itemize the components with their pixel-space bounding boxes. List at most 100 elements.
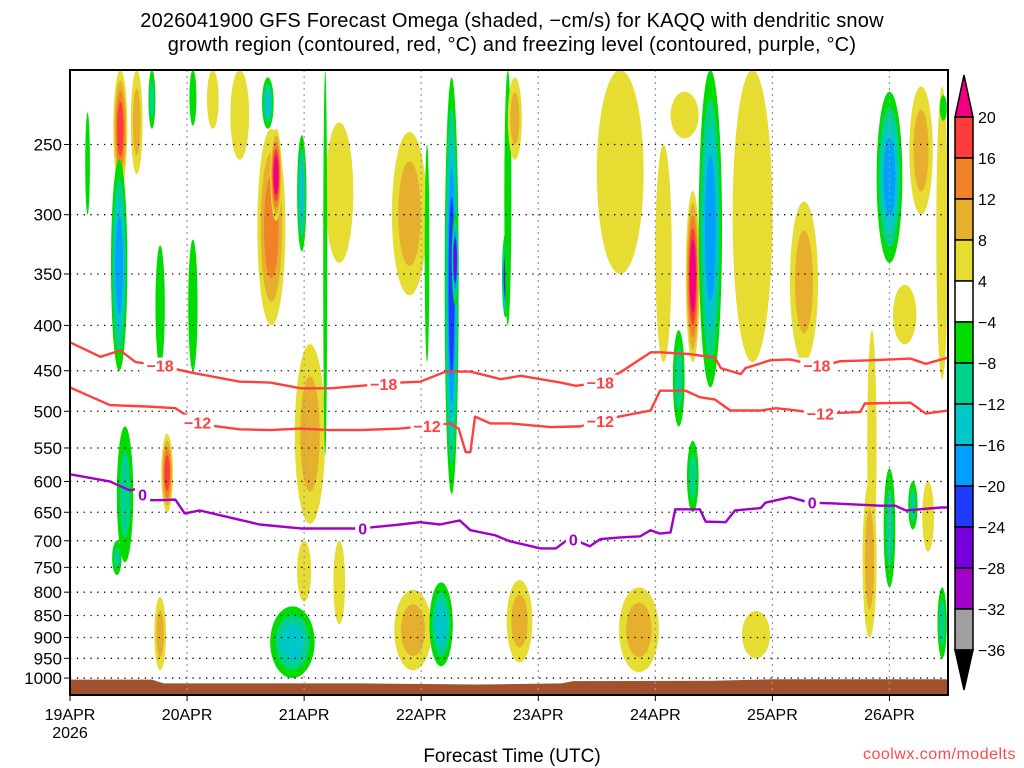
y-tick-label: 400 [34,316,62,335]
y-tick-label: 500 [34,402,62,421]
colorbar-box [954,526,974,569]
omega-feature-7 [206,70,219,129]
colorbar-box [954,116,974,159]
contour-label: −18 [370,377,397,394]
omega-feature-35 [675,347,683,410]
omega-feature-28 [913,109,929,192]
x-tick-label: 25APR [747,707,798,724]
colorbar-box [954,321,974,364]
contour-label: −12 [587,414,614,431]
y-tick-label: 700 [34,532,62,551]
contour-label: 0 [358,521,367,538]
omega-feature-16 [453,241,457,279]
colorbar-box [954,280,974,323]
y-tick-label: 850 [34,607,62,626]
x-tick-label: 24APR [630,707,681,724]
omega-feature-22 [655,144,672,363]
omega-feature-26 [795,230,813,334]
colorbar-label: 4 [978,274,987,291]
omega-feature-3 [115,216,123,314]
x-tick-sublabel: 2026 [52,725,88,742]
omega-feature-41 [280,623,304,661]
y-tick-label: 250 [34,136,62,155]
omega-feature-54 [424,144,430,363]
omega-feature-21 [670,91,699,139]
contour-label: −12 [807,407,834,424]
omega-feature-0 [117,101,124,157]
colorbar-box [954,567,974,610]
omega-feature-43 [435,602,448,647]
x-axis: 19APR2026 20APR 21APR 22APR 23APR 24APR 25APR 2… [45,695,915,742]
y-tick-label: 800 [34,583,62,602]
omega-feature-52 [113,546,120,569]
contour-label: 0 [138,487,147,504]
colorbar-label: −8 [978,356,996,373]
colorbar-box [954,485,974,528]
y-tick-label: 600 [34,472,62,491]
x-tick-label: 19APR [45,707,96,724]
colorbar-box [954,239,974,282]
colorbar-box [954,157,974,200]
omega-feature-8 [230,70,250,160]
y-tick-label: 350 [34,265,62,284]
x-tick-label: 23APR [513,707,564,724]
y-tick-label: 550 [34,439,62,458]
omega-feature-32 [164,454,170,492]
x-tick-label: 21APR [279,707,330,724]
contour-label: −12 [184,416,211,433]
omega-feature-46 [741,610,771,659]
colorbar-box [954,608,974,651]
colorbar-label: 8 [978,233,987,250]
y-tick-label: 750 [34,558,62,577]
omega-feature-39 [909,490,916,521]
omega-feature-20 [596,70,644,275]
omega-feature-4 [155,245,165,367]
omega-cross-section-chart: −18 −18 −18 −18 −12 −12 −12 −12 0 0 0 0 250 300 350 40… [24,69,1005,742]
omega-feature-45 [626,602,652,657]
contour-label: −18 [147,359,174,376]
omega-feature-31 [939,95,947,121]
omega-feature-1 [132,88,141,156]
y-tick-label: 300 [34,206,62,225]
omega-feature-14 [398,161,421,266]
colorbar-label: 16 [978,151,996,168]
y-tick-label: 950 [34,649,62,668]
y-axis: 250 300 350 400 450 500 550 600 650 700 750 800 850 9… [24,136,70,688]
omega-feature-13 [325,122,354,263]
contour-label: −18 [803,359,830,376]
x-tick-label: 20APR [162,707,213,724]
omega-feature-55 [85,112,90,215]
omega-feature-49 [156,610,164,658]
y-tick-label: 1000 [24,669,62,688]
omega-feature-29 [892,284,917,345]
credit-link[interactable]: coolwx.com/modelts [863,746,1016,764]
colorbar-under-triangle [954,649,974,691]
y-tick-label: 900 [34,629,62,648]
colorbar-label: 20 [978,110,996,127]
omega-feature-51 [333,540,346,625]
contours: −18 −18 −18 −18 −12 −12 −12 −12 0 0 0 0 [70,341,948,550]
omega-feature-48 [939,600,946,646]
contour-label: −18 [587,376,614,393]
colorbar-box [954,198,974,241]
omega-feature-53 [323,70,328,455]
colorbar-box [954,362,974,405]
colorbar-label: −24 [978,520,1005,537]
colorbar: 20 16 12 8 4 −4 −8 −12 −16 −20 −24 −28 −32 −36 [954,74,1005,691]
omega-feature-33 [119,450,131,538]
colorbar-over-triangle [954,74,974,118]
omega-feature-30 [936,86,948,380]
contour-label: 0 [808,496,817,513]
colorbar-label: −36 [978,643,1005,660]
colorbar-box [954,444,974,487]
colorbar-label: −4 [978,315,996,332]
colorbar-label: −16 [978,438,1005,455]
colorbar-label: −12 [978,397,1005,414]
contour-label: −12 [413,419,440,436]
y-tick-label: 450 [34,362,62,381]
colorbar-label: −32 [978,602,1005,619]
x-tick-label: 26APR [864,707,915,724]
omega-feature-36 [689,453,697,500]
omega-feature-47 [865,509,875,610]
y-tick-label: 650 [34,503,62,522]
